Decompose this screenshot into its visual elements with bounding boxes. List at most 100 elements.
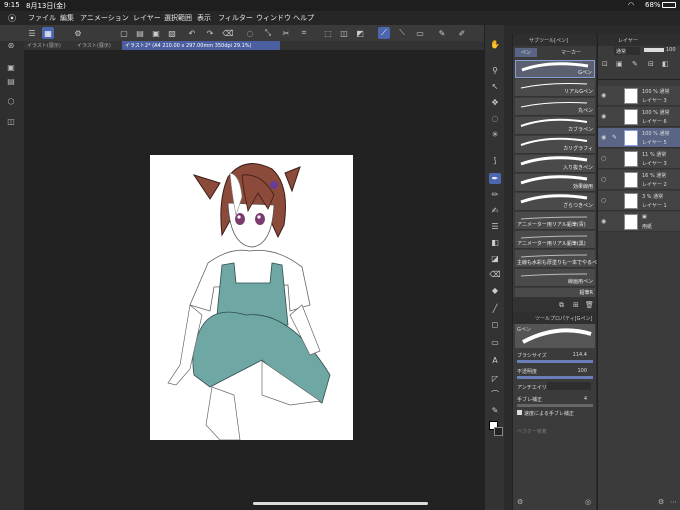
brush-item[interactable]: アニメーター用リアル鉛筆(黒) <box>515 231 595 249</box>
operation-tool-icon[interactable]: ↖ <box>489 81 501 92</box>
visibility-eye-icon[interactable]: ○ <box>601 155 606 162</box>
opacity-value[interactable]: 100 <box>577 368 587 374</box>
pen-tool-icon[interactable]: ✒ <box>489 173 501 184</box>
stabilization-slider[interactable] <box>517 404 593 407</box>
visibility-eye-icon[interactable]: ◉ <box>601 134 606 141</box>
frame-tool-icon[interactable]: ▭ <box>489 337 501 348</box>
lock-icon[interactable]: ⊟ <box>648 60 654 68</box>
brush-item[interactable]: 主線も水彩も厚塗りも一本でやるペン <box>515 250 602 268</box>
layer-row[interactable]: ○ 11 % 通常 レイヤー 3 <box>598 149 680 169</box>
brush-size-slider[interactable] <box>517 360 593 363</box>
menu-view[interactable]: 表示 <box>197 13 211 23</box>
crop-icon[interactable]: ⌗ <box>298 27 310 39</box>
copy-subtool-icon[interactable]: ⧉ <box>559 301 564 310</box>
menu-animation[interactable]: アニメーション <box>80 13 129 23</box>
settings-icon[interactable]: ⚙ <box>72 27 84 39</box>
layer-row[interactable]: ◉ 100 % 通常 レイヤー 6 <box>598 107 680 127</box>
visibility-eye-icon[interactable]: ◉ <box>601 113 606 120</box>
tool-reset-icon[interactable]: ◎ <box>585 498 591 506</box>
brush-item[interactable]: Gペン <box>515 60 595 78</box>
move-layer-icon[interactable]: ✥ <box>489 97 501 108</box>
transform-icon[interactable]: ⤡ <box>262 27 274 39</box>
eraser-icon[interactable]: ⌫ <box>489 269 501 280</box>
menu-window[interactable]: ウィンドウ <box>256 13 291 23</box>
select-all-icon[interactable]: ⬚ <box>322 27 334 39</box>
cut-icon[interactable]: ✂ <box>280 27 292 39</box>
mask-icon[interactable]: ◧ <box>662 60 669 68</box>
line-tool-icon[interactable]: ╱ <box>489 303 501 314</box>
eyedropper-icon[interactable]: ⟆ <box>489 155 501 166</box>
brush-item[interactable]: カリグラフィ <box>515 136 595 154</box>
layer-row-paper[interactable]: ◉ ▣ 用紙 <box>598 212 680 232</box>
visibility-eye-icon[interactable]: ○ <box>601 197 606 204</box>
layer-menu-icon[interactable]: ⋯ <box>670 498 677 506</box>
menu-selection[interactable]: 選択範囲 <box>164 13 192 23</box>
new-canvas-icon[interactable]: ▢ <box>118 27 130 39</box>
layer-property-icon[interactable]: ⬡ <box>6 97 16 107</box>
draft-icon[interactable]: ✎ <box>632 60 638 68</box>
edit-icon[interactable]: ✎ <box>436 27 448 39</box>
fill-tool-icon[interactable]: ◆ <box>489 285 501 296</box>
clear-icon[interactable]: ⌫ <box>222 27 234 39</box>
brush-item[interactable]: 丸ペン <box>515 98 595 116</box>
layer-settings-icon[interactable]: ⚙ <box>658 498 664 506</box>
brush-item[interactable]: アニメーター用リアル鉛筆(青) <box>515 212 595 230</box>
add-subtool-icon[interactable]: ⊞ <box>573 301 579 309</box>
tab-document-2[interactable]: イラスト(展示) <box>74 41 120 50</box>
tab-document-active[interactable]: イラスト2* (A4 210.00 x 297.00mm 350dpi 29.1… <box>122 41 280 50</box>
layer-opacity-value[interactable]: 100 <box>666 47 676 53</box>
app-logo-icon[interactable]: ⦿ <box>8 13 16 24</box>
snap-grid-icon[interactable]: ▭ <box>414 27 426 39</box>
airbrush-icon[interactable]: ☰ <box>489 221 501 232</box>
view-move-icon[interactable]: ✋ <box>489 39 501 50</box>
tool-settings-icon[interactable]: ⚙ <box>517 498 523 506</box>
redo-icon[interactable]: ↷ <box>204 27 216 39</box>
navigator-icon[interactable]: ▣ <box>6 63 16 73</box>
visibility-eye-icon[interactable]: ◉ <box>601 92 606 99</box>
brush-item[interactable]: 効果線用 <box>515 174 595 192</box>
layer-opacity-slider[interactable] <box>644 48 664 52</box>
menu-layer[interactable]: レイヤー <box>133 13 161 23</box>
text-tool-icon[interactable]: A <box>489 355 501 366</box>
layer-row[interactable]: ○ 16 % 通常 レイヤー 2 <box>598 170 680 190</box>
sub-color-swatch[interactable] <box>494 427 503 436</box>
layer-row-selected[interactable]: ◉ ✎ 100 % 通常 レイヤー 5 <box>598 128 680 148</box>
tab-document-1[interactable]: イラスト(展示) <box>24 41 72 50</box>
open-icon[interactable]: ▤ <box>134 27 146 39</box>
reference-icon[interactable]: ▣ <box>616 60 623 68</box>
magic-wand-icon[interactable]: ✳ <box>489 129 501 140</box>
brush-item[interactable]: 鉛筆R <box>515 288 595 298</box>
pencil-tool-icon[interactable]: ✏ <box>489 189 501 200</box>
fill-icon[interactable]: ◌ <box>244 27 256 39</box>
brush-item[interactable]: 入り抜きペン <box>515 155 595 173</box>
undo-icon[interactable]: ↶ <box>186 27 198 39</box>
brush-item[interactable]: ざらつきペン <box>515 193 595 211</box>
menu-help[interactable]: ヘルプ <box>293 13 314 23</box>
speed-stabilization-checkbox[interactable] <box>517 410 522 415</box>
layer-row[interactable]: ◉ 100 % 通常 レイヤー 3 <box>598 86 680 106</box>
lasso-icon[interactable]: ◌ <box>489 113 501 124</box>
zoom-tool-icon[interactable]: ⚲ <box>489 65 501 76</box>
menu-file[interactable]: ファイル <box>28 13 56 23</box>
figure-tool-icon[interactable]: ◻ <box>489 319 501 330</box>
decoration-icon[interactable]: ◧ <box>489 237 501 248</box>
antialias-selector[interactable] <box>547 382 591 390</box>
quick-access-icon[interactable]: ▦ <box>42 27 54 39</box>
brush-item[interactable]: カブラペン <box>515 117 595 135</box>
subtool-group-pen[interactable]: ペン <box>515 48 538 57</box>
opacity-slider[interactable] <box>517 376 593 379</box>
visibility-eye-icon[interactable]: ◉ <box>601 218 606 225</box>
snap-special-icon[interactable]: ⟍ <box>396 27 408 39</box>
sub-view-icon[interactable]: ▤ <box>6 77 16 87</box>
menu-filter[interactable]: フィルター <box>218 13 253 23</box>
canvas-paper[interactable] <box>150 155 353 440</box>
deselect-icon[interactable]: ◫ <box>338 27 350 39</box>
brush-item[interactable]: リアルGペン <box>515 79 595 97</box>
ruler-tool-icon[interactable]: ✎ <box>489 405 501 416</box>
menu-edit[interactable]: 編集 <box>60 13 74 23</box>
stabilization-value[interactable]: 4 <box>584 396 587 402</box>
layer-row[interactable]: ○ 3 % 通常 レイヤー 1 <box>598 191 680 211</box>
delete-subtool-icon[interactable]: 🗑 <box>585 301 594 309</box>
brush-size-icon[interactable]: ✐ <box>456 27 468 39</box>
blend-tool-icon[interactable]: ◪ <box>489 253 501 264</box>
